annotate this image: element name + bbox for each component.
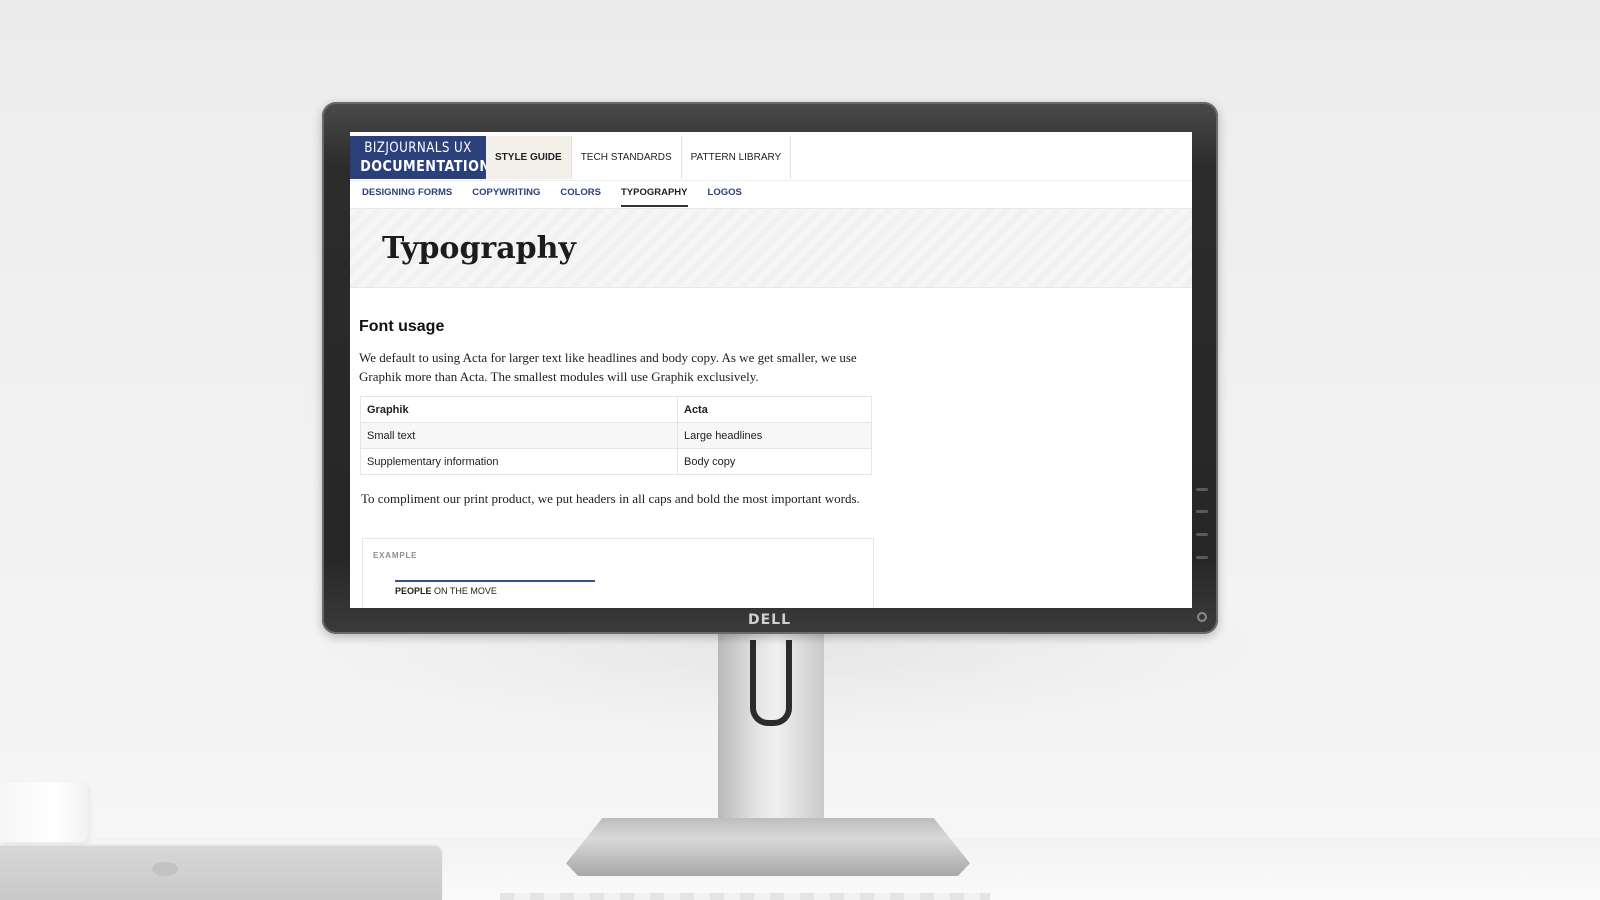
bezel-button[interactable]	[1196, 533, 1208, 536]
example-label: EXAMPLE	[373, 551, 418, 560]
intro-paragraph: We default to using Acta for larger text…	[359, 350, 857, 384]
tab-style-guide[interactable]: STYLE GUIDE	[486, 136, 572, 179]
table-cell: Body copy	[677, 448, 872, 475]
power-icon[interactable]	[1197, 612, 1207, 622]
example-box: EXAMPLE PEOPLE ON THE MOVE	[362, 538, 874, 608]
desk-cup	[0, 782, 88, 842]
subtab-typography[interactable]: TYPOGRAPHY	[621, 181, 688, 207]
sub-nav: DESIGNING FORMS COPYWRITING COLORS TYPOG…	[350, 180, 1192, 208]
logo-title: BIZJOURNALS UX	[364, 140, 472, 156]
bezel-button[interactable]	[1196, 510, 1208, 513]
site-logo[interactable]: BIZJOURNALS UX DOCUMENTATION	[350, 136, 491, 179]
subtab-logos[interactable]: LOGOS	[708, 181, 742, 207]
table-cell: Small text	[360, 422, 678, 449]
monitor-stand-base	[566, 818, 970, 876]
dell-logo: DELL	[748, 612, 792, 628]
example-rest-text: ON THE MOVE	[431, 586, 497, 596]
table-header: Acta	[677, 396, 872, 423]
example-rule	[395, 580, 595, 582]
monitor-screen: BIZJOURNALS UX DOCUMENTATION STYLE GUIDE…	[350, 132, 1192, 608]
bezel-button[interactable]	[1196, 556, 1208, 559]
table-row: Small text Large headlines	[360, 422, 872, 449]
subtab-copywriting[interactable]: COPYWRITING	[472, 181, 540, 207]
page-hero: Typography	[350, 208, 1192, 288]
laptop-logo-icon	[152, 862, 178, 876]
table-cell: Supplementary information	[360, 448, 678, 475]
bezel-button[interactable]	[1196, 488, 1208, 491]
caps-note-paragraph: To compliment our print product, we put …	[361, 491, 860, 506]
section-heading: Font usage	[359, 318, 445, 335]
keyboard-edge	[500, 893, 990, 900]
table-row: Supplementary information Body copy	[360, 448, 872, 475]
example-strong-word: PEOPLE	[395, 586, 432, 596]
logo-subtitle: DOCUMENTATION	[360, 157, 491, 175]
table-header: Graphik	[360, 396, 678, 423]
main-nav: STYLE GUIDE TECH STANDARDS PATTERN LIBRA…	[486, 136, 792, 179]
monitor-cable	[750, 640, 792, 726]
example-heading: PEOPLE ON THE MOVE	[395, 586, 497, 596]
top-header: BIZJOURNALS UX DOCUMENTATION STYLE GUIDE…	[350, 132, 1192, 180]
tab-pattern-library[interactable]: PATTERN LIBRARY	[682, 136, 792, 179]
page-title: Typography	[382, 231, 576, 266]
laptop	[0, 846, 442, 900]
subtab-designing-forms[interactable]: DESIGNING FORMS	[362, 181, 452, 207]
table-header-row: Graphik Acta	[360, 396, 872, 423]
tab-tech-standards[interactable]: TECH STANDARDS	[572, 136, 682, 179]
subtab-colors[interactable]: COLORS	[560, 181, 601, 207]
table-cell: Large headlines	[677, 422, 872, 449]
font-usage-table: Graphik Acta Small text Large headlines …	[360, 396, 872, 475]
